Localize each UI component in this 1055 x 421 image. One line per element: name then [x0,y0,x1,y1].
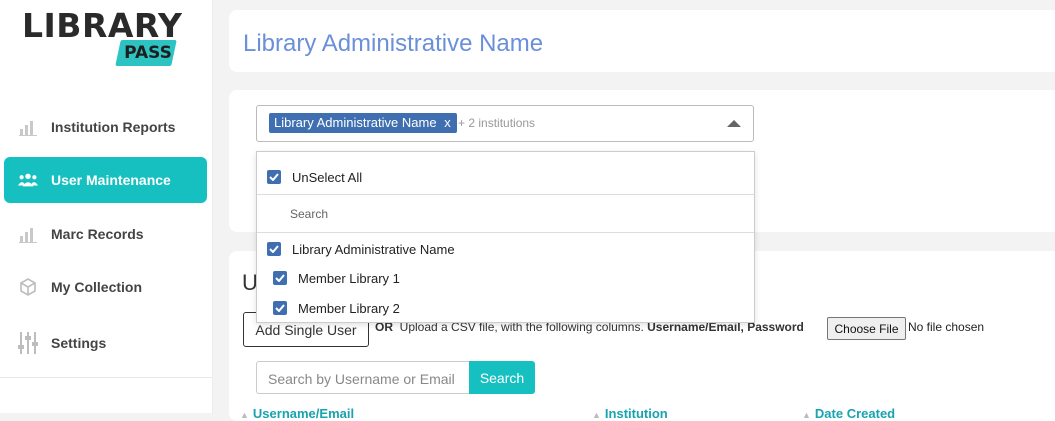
search-button[interactable]: Search [469,361,535,394]
dropdown-option-library-administrative-name[interactable]: Library Administrative Name [257,241,754,257]
users-icon [18,170,38,190]
checkbox-checked-icon[interactable] [267,242,281,256]
sidebar-item-label: Settings [51,335,107,351]
column-header-date-created[interactable]: ▲ Date Created [802,406,895,421]
sort-icon: ▲ [240,410,249,420]
sidebar-item-settings[interactable]: Settings [4,320,207,366]
checkbox-checked-icon[interactable] [273,301,287,315]
no-file-chosen-label: No file chosen [908,320,985,334]
dropdown-option-member-library-1[interactable]: Member Library 1 [257,270,754,286]
cube-icon [18,277,38,297]
logo-badge-text: PASS [124,43,172,63]
dropdown-search-input[interactable]: Search [290,207,328,221]
selected-institution-chip: Library Administrative Name x [269,113,457,133]
caret-up-icon[interactable] [727,120,741,127]
option-label: Member Library 1 [298,270,400,286]
sidebar-item-my-collection[interactable]: My Collection [4,264,207,310]
column-header-institution[interactable]: ▲ Institution [592,406,668,421]
sort-icon: ▲ [802,410,811,420]
sort-icon: ▲ [592,410,601,420]
sidebar-item-marc-records[interactable]: Marc Records [4,211,207,257]
sidebar-item-institution-reports[interactable]: Institution Reports [4,104,207,150]
unselect-all-option[interactable]: UnSelect All [257,169,754,185]
sliders-icon [18,332,38,354]
sidebar-item-label: My Collection [51,279,143,295]
option-label: Library Administrative Name [292,241,455,257]
dropdown-option-member-library-2[interactable]: Member Library 2 [257,300,754,316]
sidebar-item-label: User Maintenance [51,172,171,188]
dropdown-divider [257,194,754,195]
unselect-all-label: UnSelect All [292,169,363,185]
bar-chart-icon [18,224,38,244]
logo-word: LIBRARY [22,6,183,45]
sidebar-item-label: Institution Reports [51,119,176,135]
user-search-input[interactable]: Search by Username or Email [256,361,469,394]
institution-dropdown-menu: UnSelect All Search Library Administrati… [256,151,755,323]
page-title: Library Administrative Name [243,30,544,57]
dropdown-divider [257,232,754,233]
sidebar-item-user-maintenance[interactable]: User Maintenance [4,157,207,203]
sidebar-divider [0,377,212,378]
chip-remove-icon[interactable]: x [444,115,451,130]
chip-label: Library Administrative Name [274,115,437,130]
sidebar-item-label: Marc Records [51,226,144,242]
bar-chart-icon [18,117,38,137]
column-header-username[interactable]: ▲ Username/Email [240,406,354,421]
more-institutions-label: + 2 institutions [458,116,536,130]
institution-multiselect[interactable]: Library Administrative Name x + 2 instit… [256,105,754,142]
checkbox-checked-icon[interactable] [273,271,287,285]
sidebar: LIBRARY PASS Institution Reports User Ma… [0,0,213,413]
option-label: Member Library 2 [298,300,400,316]
choose-file-button[interactable]: Choose File [827,317,906,340]
library-pass-logo[interactable]: LIBRARY PASS [22,8,182,70]
checkbox-checked-icon[interactable] [267,170,281,184]
